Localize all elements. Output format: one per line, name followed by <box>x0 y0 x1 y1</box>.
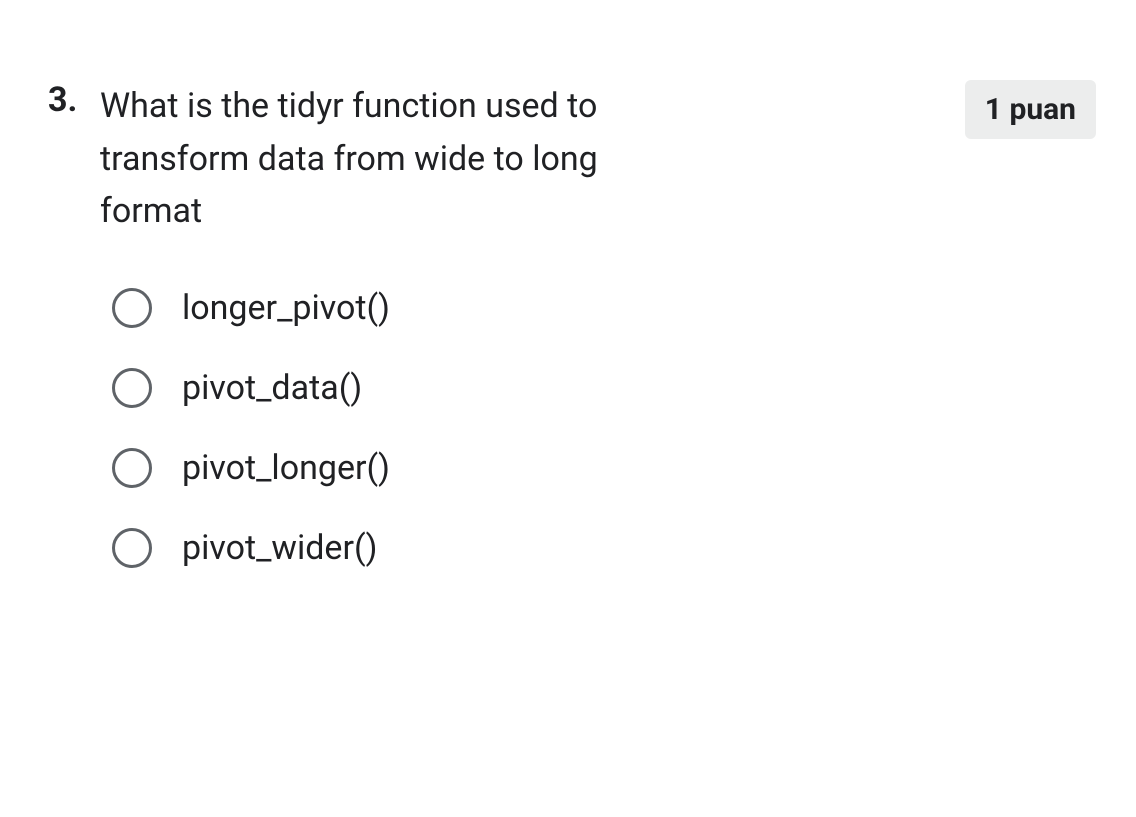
radio-icon <box>112 528 152 568</box>
question-number: 3. <box>48 80 100 120</box>
question-header: What is the tidyr function used to trans… <box>100 80 1096 238</box>
radio-icon <box>112 288 152 328</box>
option-4[interactable]: pivot_wider() <box>112 528 1096 568</box>
option-2[interactable]: pivot_data() <box>112 368 1096 408</box>
options-list: longer_pivot() pivot_data() pivot_longer… <box>100 288 1096 568</box>
radio-icon <box>112 448 152 488</box>
radio-icon <box>112 368 152 408</box>
question-container: 3. What is the tidyr function used to tr… <box>48 80 1096 608</box>
option-label: pivot_data() <box>182 368 362 408</box>
option-label: pivot_longer() <box>182 448 390 488</box>
question-text: What is the tidyr function used to trans… <box>100 80 700 238</box>
points-badge: 1 puan <box>965 80 1096 139</box>
option-3[interactable]: pivot_longer() <box>112 448 1096 488</box>
option-label: pivot_wider() <box>182 528 377 568</box>
option-label: longer_pivot() <box>182 288 390 328</box>
option-1[interactable]: longer_pivot() <box>112 288 1096 328</box>
